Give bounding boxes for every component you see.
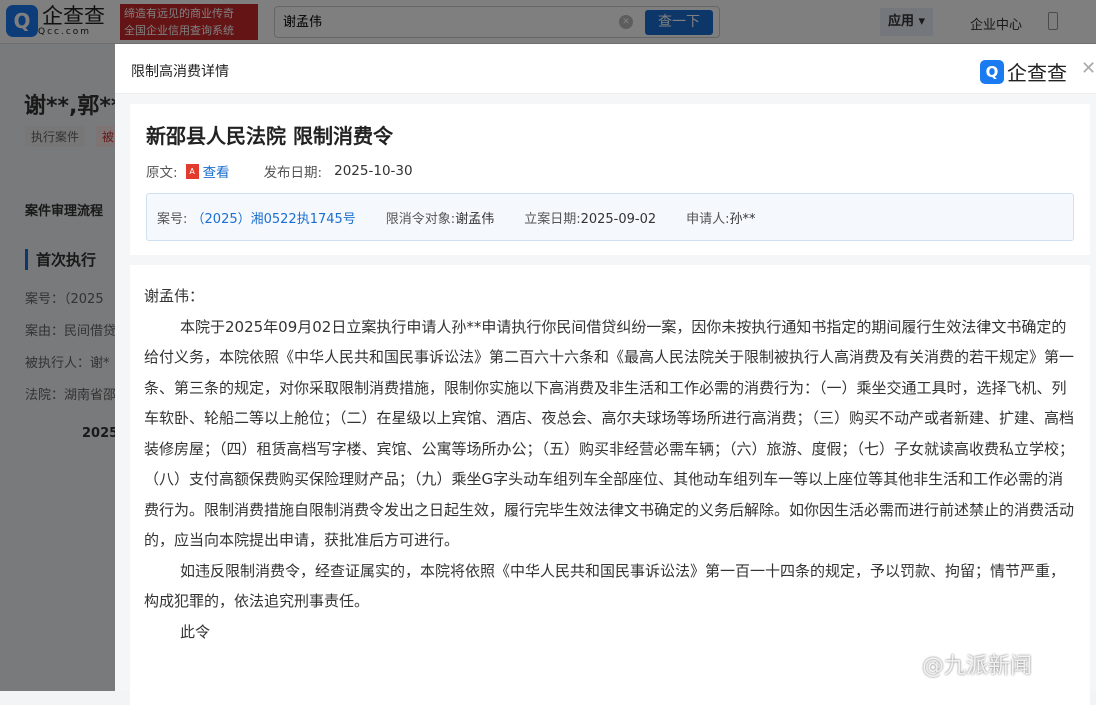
- salutation: 谢孟伟：: [144, 287, 205, 305]
- closing: 此令: [180, 622, 211, 641]
- view-link[interactable]: 查看: [203, 161, 230, 181]
- applicant-label: 申请人:: [686, 211, 730, 227]
- original-label: 原文:: [146, 165, 178, 181]
- filed-label: 立案日期:: [524, 211, 581, 227]
- case-no-link[interactable]: （2025）湘0522执1745号: [192, 212, 356, 227]
- target-value: 谢孟伟: [455, 211, 495, 227]
- body-paragraph: 本院于2025年09月02日立案执行申请人孙**申请执行你民间借贷纠纷一案，因你…: [144, 317, 1075, 550]
- case-info-box: 案号: （2025）湘0522执1745号 限消令对象:谢孟伟 立案日期:202…: [146, 193, 1074, 241]
- target-label: 限消令对象:: [385, 211, 456, 227]
- date-label: 发布日期:: [263, 165, 323, 181]
- summary-card: 新邵县人民法院 限制消费令 原文: A 查看 发布日期: 2025-10-30 …: [130, 104, 1090, 255]
- logo-icon: Q: [980, 59, 1004, 84]
- document-body: 谢孟伟： 本院于2025年09月02日立案执行申请人孙**申请执行你民间借贷纠纷…: [130, 265, 1090, 705]
- applicant-value: 孙**: [729, 211, 756, 227]
- filed-date: 2025-09-02: [580, 211, 657, 227]
- watermark: @九派新闻: [922, 654, 1033, 679]
- close-icon[interactable]: ✕: [1081, 58, 1096, 79]
- logo-text: 企查查: [1007, 61, 1067, 85]
- publish-date: 2025-10-30: [334, 163, 413, 179]
- restriction-detail-modal: 限制高消费详情 Q 企查查 ✕ 新邵县人民法院 限制消费令 原文: A 查看 发布…: [115, 44, 1096, 705]
- modal-title: 限制高消费详情: [131, 64, 229, 80]
- modal-logo: Q 企查查: [980, 57, 1067, 86]
- body-paragraph: 如违反限制消费令，经查证属实的，本院将依照《中华人民共和国民事诉讼法》第一百一十…: [144, 561, 1066, 611]
- pdf-icon: A: [185, 163, 199, 179]
- case-no-label: 案号:: [157, 211, 188, 227]
- document-title: 新邵县人民法院 限制消费令: [146, 124, 393, 148]
